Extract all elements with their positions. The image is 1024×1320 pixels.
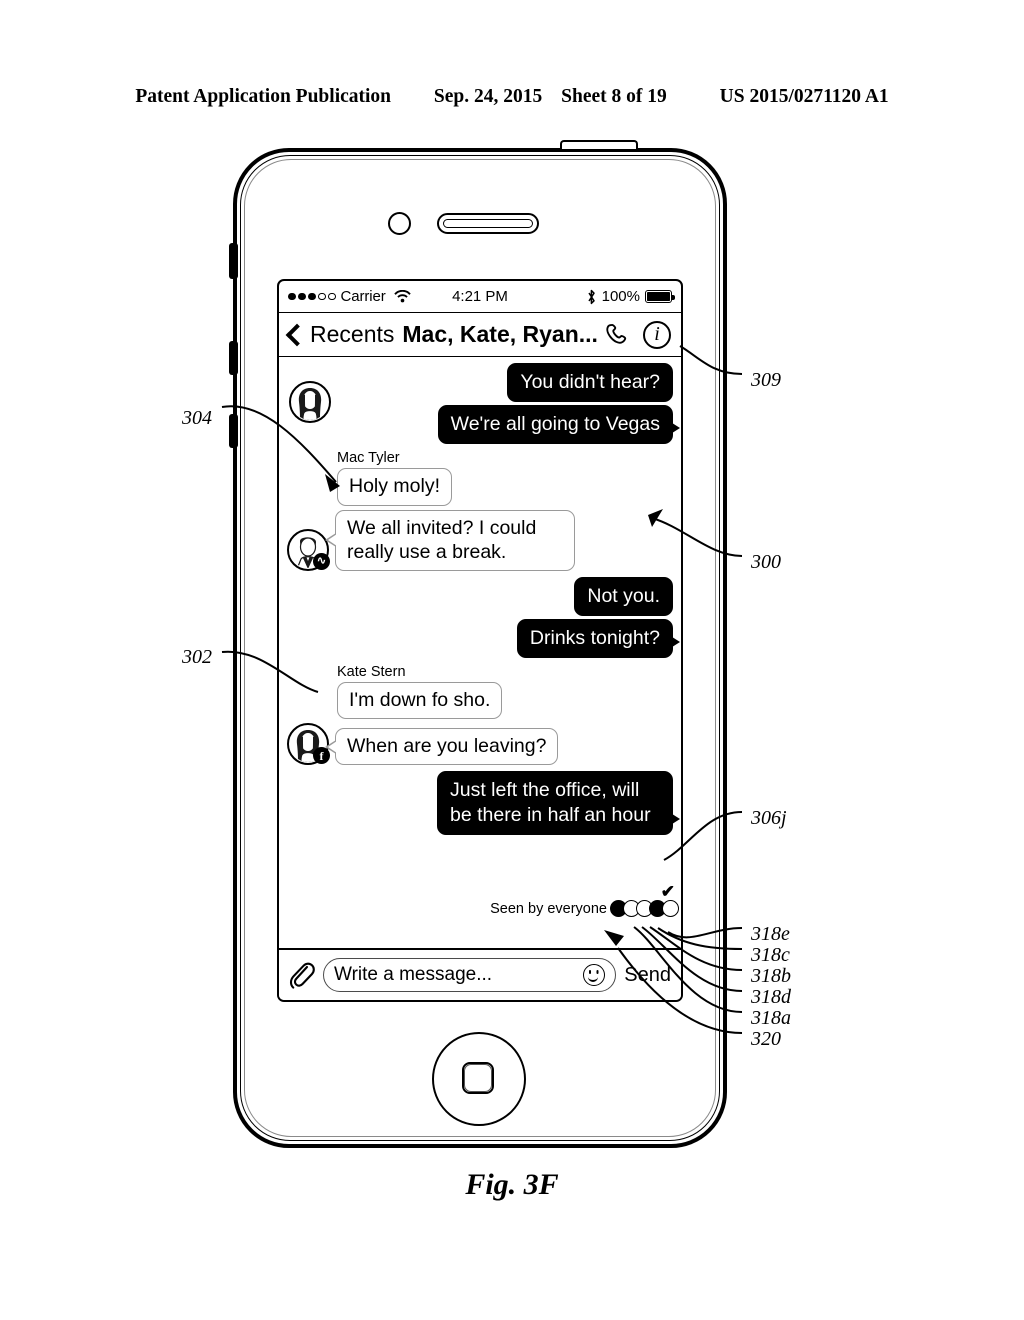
message-bubble-incoming[interactable]: Holy moly! [337, 468, 453, 506]
seen-by-label: Seen by everyone [490, 900, 607, 917]
battery-percent-label: 100% [601, 288, 640, 305]
message-text: Not you. [587, 584, 660, 607]
message-row: You didn't hear? [287, 363, 673, 403]
message-bubble-incoming[interactable]: We all invited? I could really use a bre… [325, 509, 575, 571]
back-button[interactable]: Recents [285, 321, 395, 348]
send-button[interactable]: Send [624, 964, 673, 987]
message-bubble-outgoing[interactable]: Just left the office, will be there in h… [437, 771, 680, 835]
message-placeholder: Write a message... [334, 964, 493, 985]
phone-handset-icon[interactable] [603, 321, 631, 349]
message-bubble-incoming[interactable]: When are you leaving? [324, 728, 559, 766]
message-text: We're all going to Vegas [450, 413, 660, 436]
power-button[interactable] [560, 140, 638, 149]
ref-304: 304 [182, 407, 212, 429]
message-text-field[interactable]: Write a message... [323, 958, 617, 992]
patent-date: Sep. 24, 2015 [433, 86, 543, 107]
ref-320: 320 [751, 1028, 781, 1050]
message-row: We're all going to Vegas [287, 381, 681, 445]
status-bar-right: 100% [586, 288, 675, 305]
ref-306j: 306j [751, 807, 787, 829]
silent-switch-button[interactable] [229, 243, 238, 279]
paperclip-icon[interactable] [287, 960, 315, 990]
message-bubble-outgoing[interactable]: Drinks tonight? [516, 619, 681, 659]
message-text: Holy moly! [349, 475, 441, 498]
status-bar: Carrier 4:21 PM 100% [279, 281, 681, 312]
ref-309: 309 [751, 369, 781, 391]
wifi-icon [393, 290, 411, 303]
signal-strength-icon [288, 292, 336, 301]
male-avatar[interactable]: ∿ [287, 528, 330, 571]
info-circle-icon[interactable]: i [643, 320, 671, 349]
delivered-check-icon: ✔ [660, 882, 675, 901]
patent-publication-label: Patent Application Publication [135, 86, 392, 107]
phone-screen: Carrier 4:21 PM 100% Recents Mac, Kate, … [277, 279, 683, 1002]
conversation-title: Mac, Kate, Ryan... [402, 321, 598, 347]
message-row: Not you. [287, 576, 673, 617]
read-receipt-row: ✔ Seen by everyone [490, 883, 679, 917]
patent-sheet: Sheet 8 of 19 [561, 86, 667, 107]
ref-300: 300 [751, 551, 781, 573]
ref-318a: 318a [751, 1007, 791, 1029]
female-avatar[interactable]: f [287, 723, 330, 766]
message-text: You didn't hear? [520, 371, 660, 393]
message-row: I'm down fo sho. [337, 682, 673, 720]
message-input-bar: Write a message... Send [279, 948, 681, 1000]
navigation-bar: Recents Mac, Kate, Ryan... i [279, 312, 681, 357]
reader-avatar-group[interactable] [610, 900, 679, 917]
message-bubble-incoming[interactable]: I'm down fo sho. [337, 682, 503, 720]
ref-318d: 318d [751, 986, 791, 1008]
battery-icon [645, 290, 675, 303]
sender-name-label: Kate Stern [337, 664, 406, 681]
ref-318b: 318b [751, 965, 791, 987]
bluetooth-icon [586, 289, 597, 305]
earpiece-speaker [437, 213, 539, 234]
female-avatar[interactable] [289, 381, 331, 424]
message-bubble-outgoing[interactable]: You didn't hear? [507, 363, 673, 403]
message-text: I'm down fo sho. [349, 689, 491, 712]
carrier-label: Carrier [340, 288, 386, 305]
message-bubble-outgoing[interactable]: Not you. [574, 576, 673, 617]
info-glyph: i [654, 323, 660, 345]
conversation-thread[interactable]: You didn't hear? We're all going to Vega… [279, 357, 681, 919]
message-row: ∿ We all invited? I could really use a b… [287, 509, 673, 571]
back-button-label: Recents [310, 321, 395, 347]
message-text: Drinks tonight? [529, 627, 660, 650]
reader-avatar-e[interactable] [662, 900, 679, 917]
patent-header: Patent Application Publication Sep. 24, … [0, 86, 1024, 108]
front-camera-icon [388, 212, 411, 235]
message-row: f When are you leaving? [287, 723, 673, 766]
patent-number: US 2015/0271120 A1 [719, 86, 889, 107]
ref-302: 302 [182, 646, 212, 668]
sender-name-label: Mac Tyler [337, 450, 400, 467]
message-text: Just left the office, will be there in h… [450, 779, 651, 826]
volume-down-button[interactable] [229, 414, 238, 448]
message-row: Just left the office, will be there in h… [287, 771, 680, 835]
status-bar-left: Carrier [288, 288, 411, 305]
message-text: We all invited? I could really use a bre… [347, 516, 537, 563]
avatar-and-bubble: f When are you leaving? [287, 723, 559, 766]
ref-318e: 318e [751, 923, 790, 945]
avatar-and-bubble: ∿ We all invited? I could really use a b… [287, 509, 575, 571]
chevron-left-icon [285, 323, 309, 346]
message-text: When are you leaving? [347, 735, 547, 758]
figure-caption: Fig. 3F [465, 1168, 559, 1201]
message-row: Holy moly! [337, 468, 673, 506]
volume-up-button[interactable] [229, 341, 238, 375]
messenger-badge: ∿ [313, 552, 330, 570]
message-bubble-outgoing[interactable]: We're all going to Vegas [437, 405, 681, 445]
message-row: Drinks tonight? [287, 619, 681, 659]
ref-318c: 318c [751, 944, 790, 966]
smiley-icon[interactable] [583, 964, 606, 986]
home-button[interactable] [432, 1032, 526, 1126]
